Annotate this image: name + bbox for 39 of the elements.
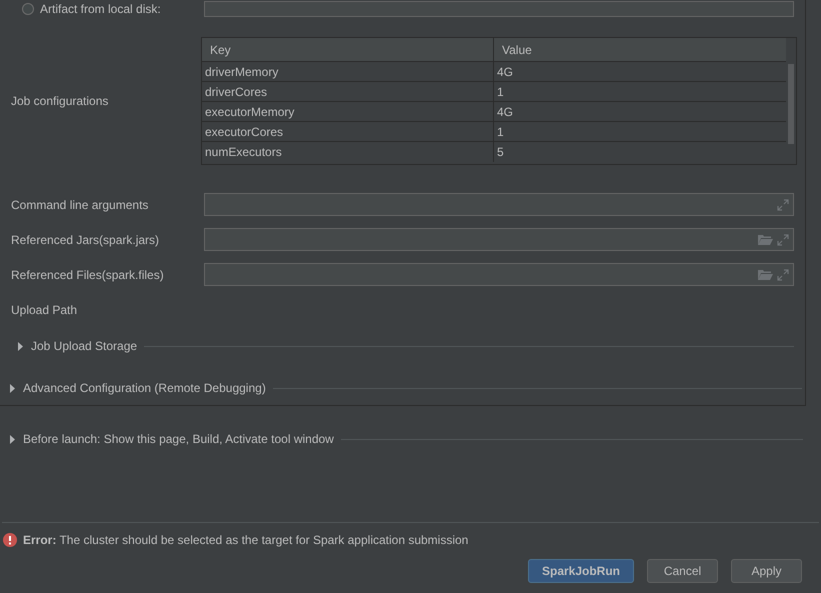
column-header[interactable]: Value — [494, 38, 786, 61]
table-cell: numExecutors — [202, 142, 494, 162]
table-cell-text: 1 — [496, 124, 505, 140]
expand-icon[interactable] — [777, 198, 789, 210]
input-field[interactable] — [204, 1, 794, 17]
table-cell: executorCores — [202, 122, 494, 141]
dialog-button[interactable]: SparkJobRun — [528, 559, 634, 583]
table-cell: executorMemory — [202, 102, 494, 121]
folder-icon[interactable] — [758, 268, 773, 280]
caret-icon — [9, 434, 16, 444]
folder-icon[interactable] — [758, 234, 773, 246]
section-toggle[interactable]: Job Upload Storage — [31, 337, 138, 355]
field-label: Referenced Jars(spark.jars) — [11, 232, 160, 246]
section-toggle[interactable]: Before launch: Show this page, Build, Activate tool window — [23, 430, 334, 448]
field-label: Upload Path — [11, 303, 78, 317]
expand-icon[interactable] — [777, 268, 789, 280]
caret-icon — [17, 342, 24, 350]
field-label: Job configurations — [11, 94, 108, 108]
error-icon — [3, 533, 17, 547]
input-field[interactable] — [204, 193, 794, 216]
table-cell-text: 4G — [496, 104, 514, 120]
table-cell: driverCores — [202, 82, 494, 101]
radio-button[interactable] — [22, 3, 34, 15]
dialog-button[interactable]: Apply — [731, 559, 802, 583]
input-field[interactable] — [204, 228, 794, 251]
table-cell-text: 1 — [496, 84, 505, 100]
error-message: Error: The cluster should be selected as the target for Spark application submission — [23, 532, 468, 549]
caret-icon — [9, 384, 16, 392]
field-label: Command line arguments — [11, 198, 148, 212]
radio-label: Artifact from local disk: — [40, 2, 161, 16]
table-cell-text: 5 — [496, 144, 505, 161]
section-toggle[interactable]: Advanced Configuration (Remote Debugging) — [23, 379, 266, 397]
input-field[interactable] — [204, 263, 794, 286]
table-cell: driverMemory — [202, 62, 494, 81]
dialog-button[interactable]: Cancel — [647, 559, 718, 583]
expand-icon[interactable] — [777, 234, 789, 246]
field-label: Referenced Files(spark.files) — [11, 268, 164, 282]
column-header[interactable]: Key — [202, 38, 494, 61]
table-cell-text: 4G — [496, 64, 514, 80]
